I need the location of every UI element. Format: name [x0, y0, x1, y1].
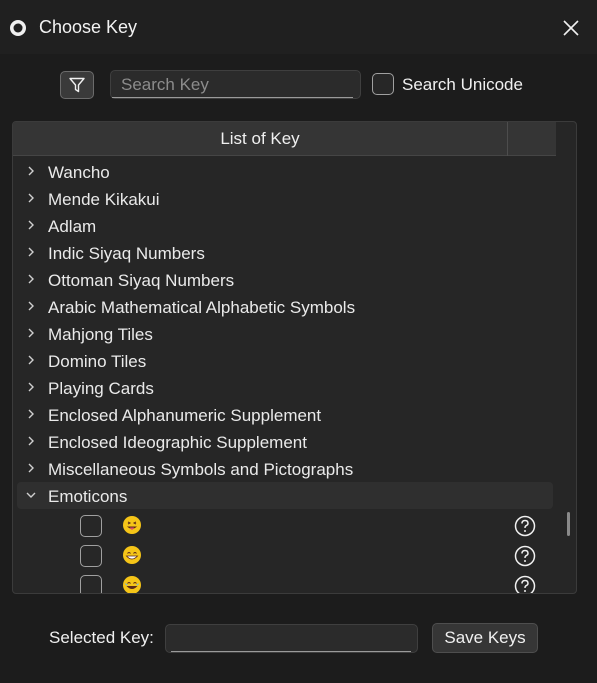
- tree-item[interactable]: Playing Cards: [13, 374, 553, 401]
- emoticon-checkbox[interactable]: [80, 575, 102, 593]
- tree-item-label: Enclosed Alphanumeric Supplement: [48, 406, 322, 425]
- emoticon-checkbox[interactable]: [80, 515, 102, 537]
- chevron-right-icon[interactable]: [24, 326, 38, 340]
- filter-icon: [69, 77, 85, 93]
- emoticon-row: [13, 511, 553, 541]
- chevron-right-icon[interactable]: [24, 353, 38, 367]
- emoticon-row: [13, 541, 553, 571]
- tree-item-label: Enclosed Ideographic Supplement: [48, 433, 307, 452]
- chevron-down-icon[interactable]: [24, 488, 38, 502]
- close-icon: [563, 20, 579, 36]
- help-icon[interactable]: [514, 575, 536, 593]
- chevron-right-icon[interactable]: [24, 380, 38, 394]
- tree-item[interactable]: Adlam: [13, 212, 553, 239]
- search-input-underline: [112, 97, 353, 98]
- tree-item-label: Mahjong Tiles: [48, 325, 153, 344]
- grinning-face-icon: [122, 515, 142, 535]
- tree-item[interactable]: Arabic Mathematical Alphabetic Symbols: [13, 293, 553, 320]
- tree-item[interactable]: Enclosed Alphanumeric Supplement: [13, 401, 553, 428]
- emoticon-row: [13, 571, 553, 593]
- tree-item[interactable]: Domino Tiles: [13, 347, 553, 374]
- tree-item-label: Mende Kikakui: [48, 190, 160, 209]
- tree-item-label: Miscellaneous Symbols and Pictographs: [48, 460, 354, 479]
- selected-key-input[interactable]: [165, 624, 418, 653]
- chevron-right-icon[interactable]: [24, 461, 38, 475]
- tree-item-label: Indic Siyaq Numbers: [48, 244, 205, 263]
- tree-item-label: Playing Cards: [48, 379, 154, 398]
- window-title: Choose Key: [39, 17, 138, 37]
- filter-button[interactable]: [60, 71, 94, 99]
- chevron-right-icon[interactable]: [24, 218, 38, 232]
- tree-item-label: Domino Tiles: [48, 352, 147, 371]
- search-unicode-checkbox[interactable]: [372, 73, 394, 95]
- list-header-label[interactable]: List of Key: [13, 122, 507, 156]
- close-button[interactable]: [554, 12, 588, 44]
- tree-item-label: Arabic Mathematical Alphabetic Symbols: [48, 298, 356, 317]
- emoticon-checkbox[interactable]: [80, 545, 102, 567]
- tree-item-label: Adlam: [48, 217, 97, 236]
- tree-item-label: Ottoman Siyaq Numbers: [48, 271, 235, 290]
- chevron-right-icon[interactable]: [24, 272, 38, 286]
- chevron-right-icon[interactable]: [24, 164, 38, 178]
- search-input[interactable]: [110, 70, 361, 99]
- tree-item[interactable]: Miscellaneous Symbols and Pictographs: [13, 455, 553, 482]
- face-with-tears-of-joy-icon: [122, 575, 142, 593]
- chevron-right-icon[interactable]: [24, 245, 38, 259]
- chevron-right-icon[interactable]: [24, 191, 38, 205]
- key-list-panel: List of Key Wancho Mende Kikakui Adlam Indi…: [12, 121, 577, 594]
- tree-item[interactable]: Ottoman Siyaq Numbers: [13, 266, 553, 293]
- app-ring-icon: [10, 20, 26, 36]
- search-unicode-label: Search Unicode: [402, 75, 523, 94]
- tree-item[interactable]: Wancho: [13, 158, 553, 185]
- vertical-scrollbar-thumb[interactable]: [567, 512, 570, 536]
- help-icon[interactable]: [514, 545, 536, 567]
- tree-item[interactable]: Mahjong Tiles: [13, 320, 553, 347]
- header-separator: [507, 122, 508, 156]
- save-keys-button[interactable]: Save Keys: [432, 623, 538, 653]
- tree-item-label: Wancho: [48, 163, 110, 182]
- help-icon[interactable]: [514, 515, 536, 537]
- selected-key-underline: [171, 651, 411, 652]
- tree-item[interactable]: Mende Kikakui: [13, 185, 553, 212]
- list-header: List of Key: [13, 122, 556, 156]
- selected-key-label: Selected Key:: [49, 628, 154, 647]
- grinning-face-with-smiling-eyes-icon: [122, 545, 142, 565]
- chevron-right-icon[interactable]: [24, 407, 38, 421]
- tree-item[interactable]: Emoticons: [17, 482, 553, 509]
- tree-item[interactable]: Indic Siyaq Numbers: [13, 239, 553, 266]
- tree-item[interactable]: Enclosed Ideographic Supplement: [13, 428, 553, 455]
- title-bar: Choose Key: [0, 0, 597, 54]
- chevron-right-icon[interactable]: [24, 434, 38, 448]
- chevron-right-icon[interactable]: [24, 299, 38, 313]
- tree-item-label: Emoticons: [48, 487, 128, 506]
